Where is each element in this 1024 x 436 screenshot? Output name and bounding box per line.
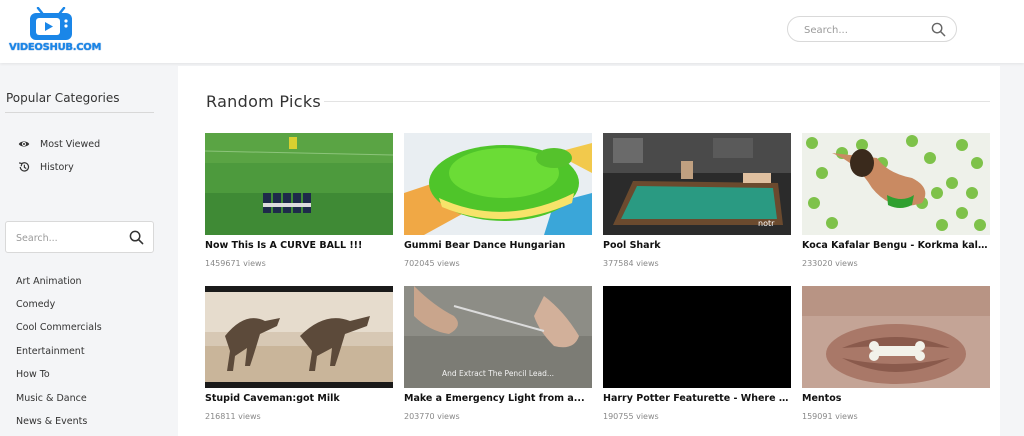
video-thumbnail[interactable] (404, 133, 592, 235)
sidebar-item-most-viewed[interactable]: Most Viewed (18, 137, 100, 151)
video-thumbnail[interactable] (205, 133, 393, 235)
category-link[interactable]: Art Animation (16, 276, 82, 287)
sidebar-title: Popular Categories (6, 91, 120, 105)
tv-logo-icon (30, 7, 72, 40)
category-link[interactable]: Comedy (16, 299, 55, 310)
thumbnail-watermark: notr (758, 219, 775, 228)
video-thumbnail[interactable]: notr (603, 133, 791, 235)
category-link[interactable]: Cool Commercials (16, 322, 102, 333)
main-content: Random Picks Now This Is A CURVE BALL !!… (178, 66, 1000, 436)
header-search-input[interactable] (804, 22, 924, 38)
video-title[interactable]: Make a Emergency Light from a... (404, 393, 592, 404)
sidebar-item-label: Most Viewed (40, 138, 101, 150)
history-icon (18, 162, 30, 172)
video-title[interactable]: Mentos (802, 393, 990, 404)
video-thumbnail[interactable]: And Extract The Pencil Lead... (404, 286, 592, 388)
video-title[interactable]: Pool Shark (603, 240, 791, 251)
category-link[interactable]: How To (16, 369, 50, 380)
sidebar-search-box (5, 221, 154, 253)
video-thumbnail[interactable] (802, 133, 990, 235)
search-icon[interactable] (931, 22, 946, 37)
video-views: 216811 views (205, 412, 261, 421)
video-title[interactable]: Gummi Bear Dance Hungarian (404, 240, 592, 251)
section-title: Random Picks (206, 92, 322, 111)
sidebar-divider (5, 112, 154, 113)
category-link[interactable]: Music & Dance (16, 393, 87, 404)
video-thumbnail[interactable] (205, 286, 393, 388)
sidebar-item-history[interactable]: History (18, 160, 74, 174)
sidebar-item-label: History (40, 161, 74, 173)
header-search-box (787, 16, 957, 42)
video-thumbnail[interactable] (603, 286, 791, 388)
logo-text: VIDEOSHUB.COM (9, 42, 102, 53)
video-title[interactable]: Stupid Caveman:got Milk (205, 393, 393, 404)
video-views: 1459671 views (205, 259, 266, 268)
eye-icon (18, 141, 30, 147)
video-title[interactable]: Koca Kafalar Bengu - Korkma kalbim (802, 240, 990, 251)
video-views: 190755 views (603, 412, 659, 421)
sidebar-search-input[interactable] (16, 231, 116, 245)
site-logo[interactable]: VIDEOSHUB.COM (9, 5, 102, 57)
video-views: 377584 views (603, 259, 659, 268)
video-title[interactable]: Now This Is A CURVE BALL !!! (205, 240, 393, 251)
category-link[interactable]: News & Events (16, 416, 87, 427)
video-views: 233020 views (802, 259, 858, 268)
video-views: 159091 views (802, 412, 858, 421)
top-header: VIDEOSHUB.COM (0, 0, 1024, 63)
thumbnail-caption: And Extract The Pencil Lead... (442, 369, 554, 378)
video-views: 203770 views (404, 412, 460, 421)
sidebar: Popular Categories Most Viewed History A… (0, 66, 176, 436)
category-link[interactable]: Entertainment (16, 346, 85, 357)
section-divider (324, 101, 990, 102)
video-title[interactable]: Harry Potter Featurette - Where We... (603, 393, 791, 404)
search-icon[interactable] (129, 230, 144, 245)
video-views: 702045 views (404, 259, 460, 268)
video-thumbnail[interactable] (802, 286, 990, 388)
